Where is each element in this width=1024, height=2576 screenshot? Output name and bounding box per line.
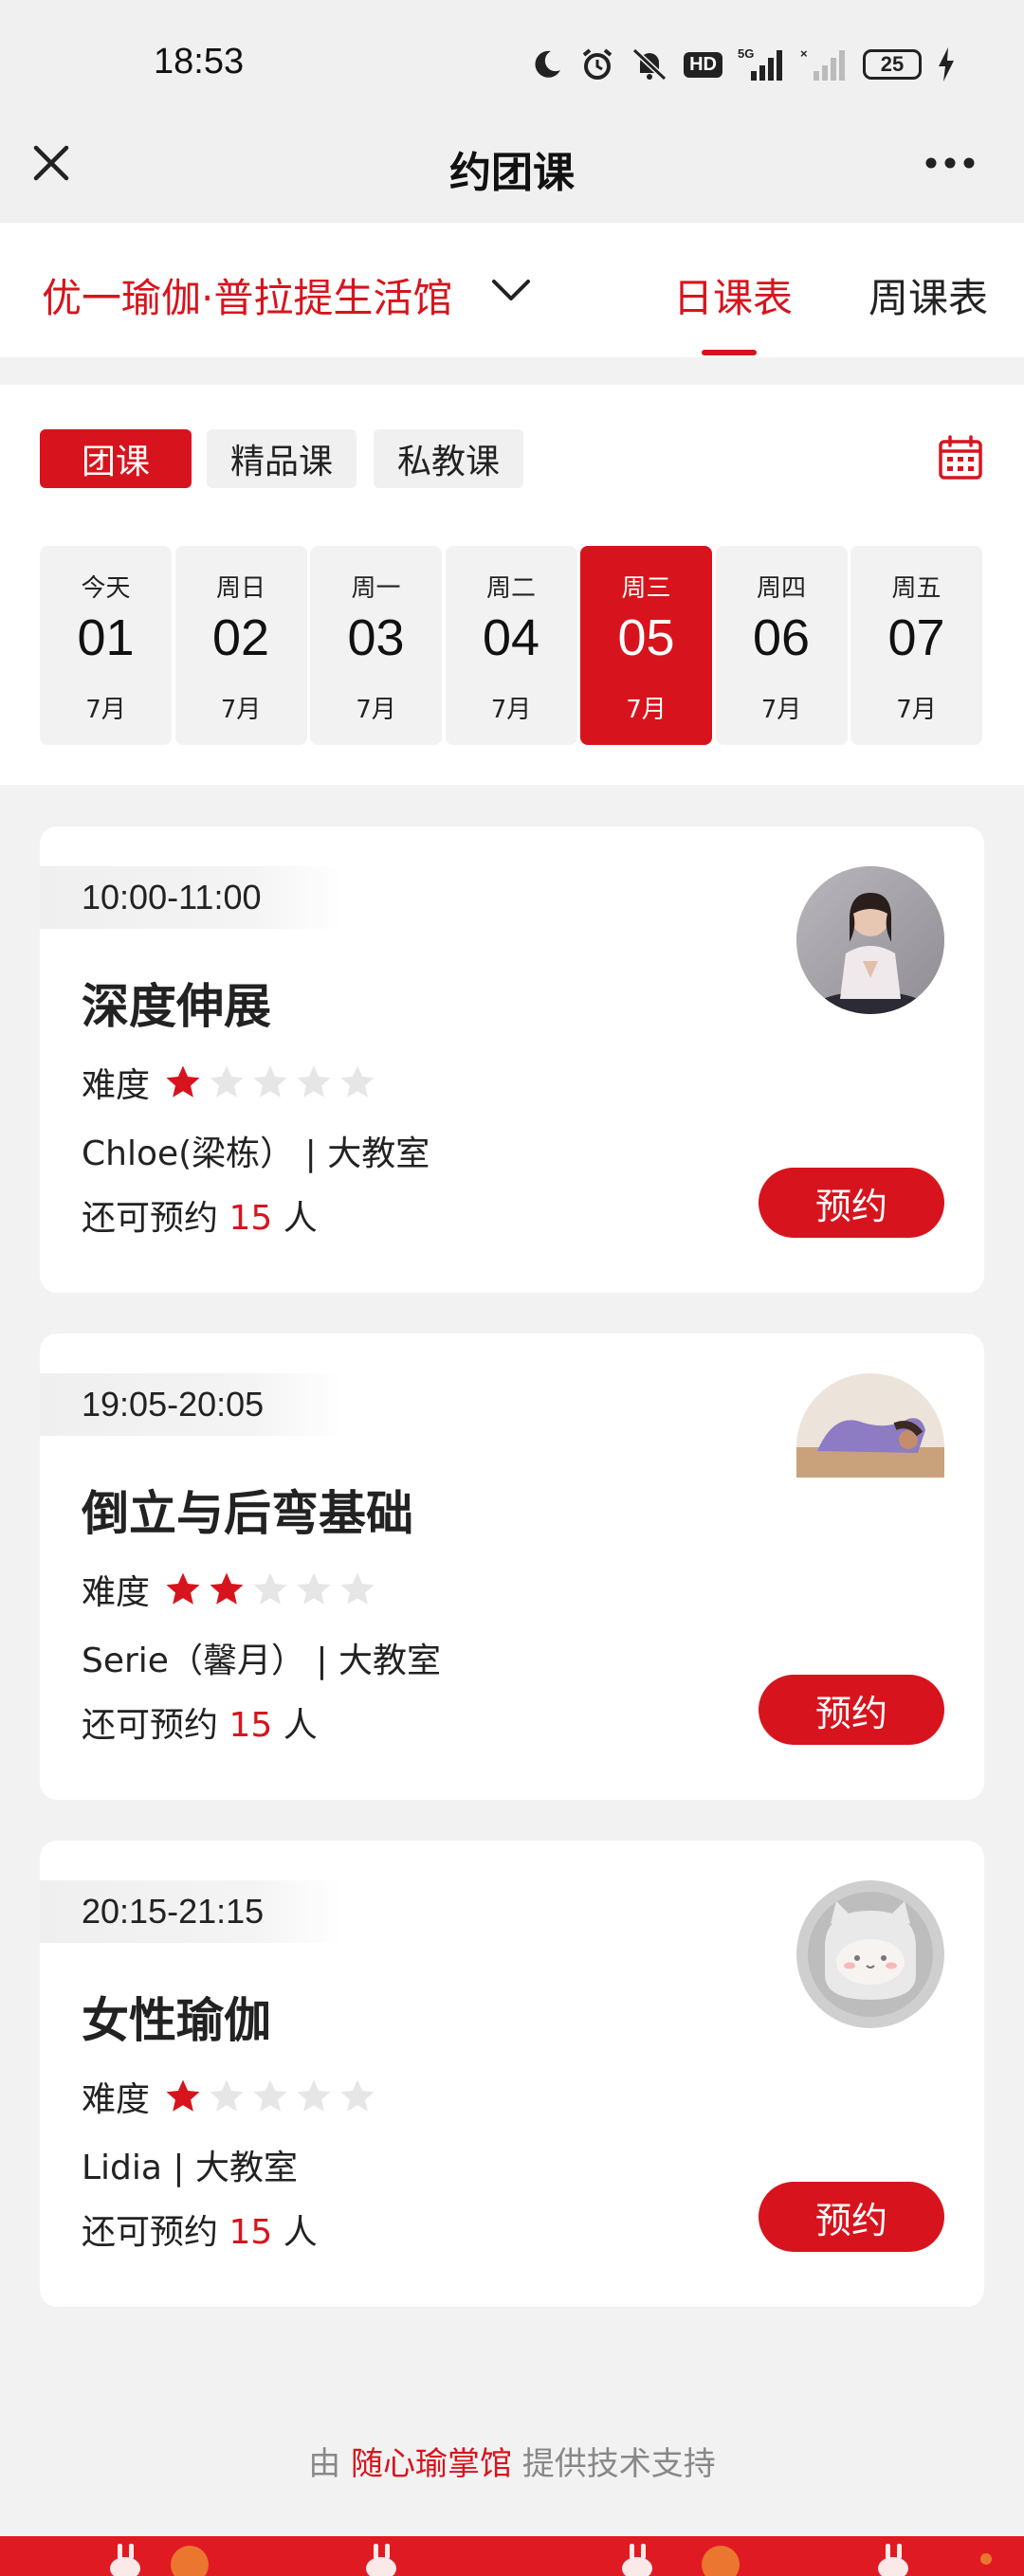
star-empty-icon (340, 1065, 375, 1098)
course-card[interactable]: 20:15-21:15 女性瑜伽 难度 Lidia | 大教室 还可预约 15 … (40, 1841, 984, 2307)
instructor-avatar (796, 1373, 944, 1478)
difficulty-stars (163, 1569, 377, 1609)
mute-bell-icon (631, 45, 668, 83)
difficulty-stars (163, 2077, 377, 2116)
course-title: 深度伸展 (82, 979, 271, 1034)
date-cell-selected[interactable]: 周三 05 7月 (580, 546, 712, 745)
chevron-down-icon[interactable] (489, 276, 533, 304)
svg-text:×: × (800, 46, 808, 61)
star-empty-icon (340, 2079, 375, 2112)
course-remaining: 还可预约 15 人 (82, 2213, 318, 2252)
course-remaining: 还可预约 15 人 (82, 1706, 318, 1745)
date-cell[interactable]: 今天 01 7月 (40, 546, 172, 745)
tab-week-schedule[interactable]: 周课表 (869, 266, 988, 324)
page-title: 约团课 (449, 149, 575, 197)
default-avatar (796, 1880, 944, 2028)
book-button[interactable]: 预约 (759, 2182, 944, 2252)
course-teacher-room: Serie（馨月） | 大教室 (82, 1642, 441, 1680)
course-difficulty: 难度 (82, 1567, 377, 1612)
course-difficulty: 难度 (82, 1060, 377, 1105)
alarm-icon (579, 45, 615, 83)
star-empty-icon (253, 2079, 287, 2112)
course-time: 20:15-21:15 (40, 1880, 343, 1943)
status-icons: HD 5G × 25 (530, 44, 956, 85)
signal-5g-icon: 5G (738, 45, 785, 83)
footer-credit: 由 随心瑜掌馆 提供技术支持 (308, 2445, 716, 2483)
star-empty-icon (210, 1065, 244, 1098)
book-button[interactable]: 预约 (759, 1168, 944, 1238)
course-time: 19:05-20:05 (40, 1373, 343, 1436)
course-teacher-room: Lidia | 大教室 (82, 2149, 298, 2187)
studio-selector[interactable]: 优一瑜伽·普拉提生活馆 (42, 266, 452, 324)
course-time: 10:00-11:00 (40, 866, 343, 929)
star-empty-icon (253, 1572, 287, 1605)
course-teacher-room: Chloe(梁栋） | 大教室 (82, 1134, 430, 1173)
star-empty-icon (297, 1572, 331, 1605)
brand-link[interactable]: 随心瑜掌馆 (351, 2445, 512, 2483)
status-time: 18:53 (154, 42, 245, 82)
more-icon[interactable] (923, 152, 977, 174)
signal-weak-icon: × (800, 45, 848, 83)
battery-icon: 25 (863, 45, 922, 83)
star-empty-icon (210, 2079, 244, 2112)
star-empty-icon (253, 1065, 287, 1098)
star-empty-icon (297, 1065, 331, 1098)
instructor-avatar (796, 866, 944, 1014)
chip-premium-class[interactable]: 精品课 (207, 429, 357, 488)
star-filled-icon (166, 1572, 200, 1605)
date-cell[interactable]: 周二 04 7月 (445, 546, 577, 745)
course-difficulty: 难度 (82, 2074, 377, 2119)
tab-day-schedule[interactable]: 日课表 (673, 266, 793, 324)
chip-group-class[interactable]: 团课 (40, 429, 192, 488)
date-cell[interactable]: 周日 02 7月 (174, 546, 307, 745)
book-button[interactable]: 预约 (759, 1675, 944, 1745)
course-title: 女性瑜伽 (82, 1993, 271, 2048)
charging-icon (937, 45, 956, 83)
star-empty-icon (340, 1572, 375, 1605)
studio-header: 优一瑜伽·普拉提生活馆 日课表 周课表 (0, 223, 1024, 357)
date-cell[interactable]: 周四 06 7月 (715, 546, 848, 745)
calendar-icon[interactable] (937, 434, 984, 481)
active-tab-indicator (702, 350, 757, 355)
star-filled-icon (210, 1572, 244, 1605)
date-picker: 今天 01 7月 周日 02 7月 周一 03 7月 周二 04 7月 周三 0… (40, 546, 984, 745)
date-cell[interactable]: 周五 07 7月 (850, 546, 982, 745)
hd-icon: HD (684, 45, 722, 83)
course-card[interactable]: 10:00-11:00 深度伸展 难度 Chloe(梁栋） | 大教室 还可预约… (40, 826, 984, 1293)
course-title: 倒立与后弯基础 (82, 1486, 413, 1541)
filter-section: 团课 精品课 私教课 今天 01 7月 周日 02 7月 周一 03 7月 周二 (0, 385, 1024, 785)
course-remaining: 还可预约 15 人 (82, 1199, 318, 1238)
course-card[interactable]: 19:05-20:05 倒立与后弯基础 难度 Serie（馨月） | 大教室 还… (40, 1333, 984, 1800)
difficulty-stars (163, 1062, 377, 1102)
svg-text:5G: 5G (738, 46, 754, 61)
date-cell[interactable]: 周一 03 7月 (310, 546, 442, 745)
chip-private-class[interactable]: 私教课 (374, 429, 523, 488)
bottom-banner[interactable] (0, 2536, 1024, 2576)
star-filled-icon (166, 2079, 200, 2112)
star-filled-icon (166, 1065, 200, 1098)
moon-icon (530, 45, 564, 83)
star-empty-icon (297, 2079, 331, 2112)
nav-bar: 约团课 (0, 104, 1024, 223)
